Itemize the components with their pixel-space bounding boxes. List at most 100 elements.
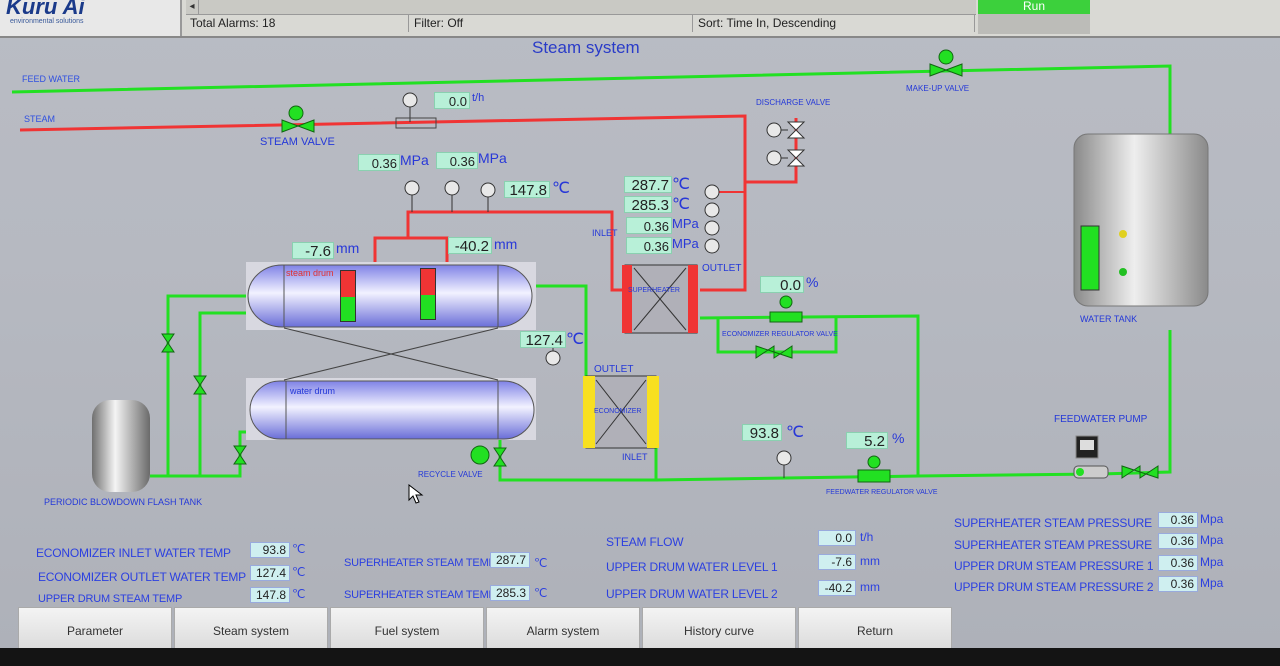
- fw-valve-opening-value: 5.2: [846, 432, 888, 450]
- steam-flow-readout-unit: t/h: [860, 530, 874, 544]
- econ-outlet-temp-readout-unit: ℃: [292, 565, 306, 579]
- water-drum-label: water drum: [290, 386, 336, 396]
- sh-pressure-1-unit: MPa: [672, 216, 699, 231]
- blowdown-tank-label: PERIODIC BLOWDOWN FLASH TANK: [44, 497, 203, 507]
- superheater: [624, 264, 698, 334]
- steam-flow-label: STEAM FLOW: [606, 535, 684, 549]
- nav-bar: Parameter Steam system Fuel system Alarm…: [18, 607, 952, 648]
- drum-level-1-label: UPPER DRUM WATER LEVEL 1: [606, 560, 778, 574]
- sh-temp-1-label: SUPERHEATER STEAM TEMP 1: [344, 557, 505, 569]
- steam-valve-label: STEAM VALVE: [260, 136, 335, 148]
- feed-water-label: FEED WATER: [22, 74, 80, 84]
- inlet-label-top: INLET: [592, 228, 618, 238]
- econ-inlet-temp-value: 93.8: [742, 424, 782, 442]
- drum-pressure-1-label: UPPER DRUM STEAM PRESSURE 1: [954, 559, 1154, 573]
- sh-pressure-2-value: 0.36: [626, 237, 672, 254]
- drum-pressure-1-readout-unit: Mpa: [1200, 555, 1224, 569]
- sh-temp-1-unit: ℃: [672, 176, 690, 193]
- recycle-valve-label: RECYCLE VALVE: [418, 470, 483, 479]
- nav-fuel-system-button[interactable]: Fuel system: [330, 607, 484, 648]
- fw-reg-valve-shape: [857, 455, 891, 483]
- econ-inlet-temp-readout: 93.8: [250, 542, 290, 558]
- nav-return-button[interactable]: Return: [798, 607, 952, 648]
- steam-flow-value: 0.0: [434, 92, 470, 109]
- feedwater-pump-label: FEEDWATER PUMP: [1054, 414, 1148, 425]
- econ-inlet-temp-label: ECONOMIZER INLET WATER TEMP: [36, 546, 231, 560]
- econ-reg-valve-shape: [769, 295, 803, 323]
- drum-temp-unit: ℃: [552, 180, 570, 197]
- sh-temp-1-readout-unit: ℃: [534, 556, 548, 570]
- drum-level-2-readout: -40.2: [818, 580, 856, 596]
- econ-valve-opening-value: 0.0: [760, 276, 804, 294]
- sh-temp-1-value: 287.7: [624, 176, 672, 194]
- econ-outlet-temp-label: ECONOMIZER OUTLET WATER TEMP: [38, 570, 246, 584]
- sh-pressure-a-readout: 0.36: [1158, 512, 1198, 528]
- level-2-value: -40.2: [448, 237, 492, 255]
- sh-pressure-1-value: 0.36: [626, 217, 672, 234]
- drum-level-1-readout-unit: mm: [860, 554, 880, 568]
- water-tank-label: WATER TANK: [1080, 314, 1138, 324]
- steam-flow-readout: 0.0: [818, 530, 856, 546]
- blowdown-valve-2: [193, 375, 207, 395]
- sh-temp-2-unit: ℃: [672, 196, 690, 213]
- sh-temp-2-readout: 285.3: [490, 585, 530, 601]
- sh-pressure-a-label: SUPERHEATER STEAM PRESSURE: [954, 516, 1152, 530]
- sh-pressure-a-readout-unit: Mpa: [1200, 512, 1224, 526]
- outlet-label-econ: OUTLET: [594, 364, 634, 375]
- sh-pressure-2-unit: MPa: [672, 236, 699, 251]
- discharge-valve-label: DISCHARGE VALVE: [756, 98, 831, 107]
- superheater-label: SUPERHEATER: [628, 287, 680, 294]
- upper-drum-temp-label: UPPER DRUM STEAM TEMP: [38, 593, 183, 605]
- inlet-label-econ: INLET: [622, 452, 648, 462]
- economizer-label: ECONOMIZER: [594, 408, 642, 415]
- blowdown-valve-1: [161, 333, 175, 353]
- econ-bypass-valve: [755, 345, 793, 359]
- feedwater-pump-shape: [1073, 435, 1109, 479]
- level-2-unit: mm: [494, 236, 518, 252]
- drum-level-2-readout-unit: mm: [860, 580, 880, 594]
- nav-alarm-system-button[interactable]: Alarm system: [486, 607, 640, 648]
- steam-flow-unit: t/h: [472, 92, 485, 104]
- econ-outlet-temp-value: 127.4: [520, 331, 566, 349]
- sh-temp-2-label: SUPERHEATER STEAM TEMP 2: [344, 589, 505, 601]
- sh-pressure-b-readout: 0.36: [1158, 533, 1198, 549]
- econ-valve-percent: %: [806, 274, 819, 290]
- feed-pump-valve: [1121, 465, 1159, 479]
- drum-temp-value: 147.8: [504, 181, 550, 199]
- outlet-label-top: OUTLET: [702, 263, 742, 274]
- nav-history-curve-button[interactable]: History curve: [642, 607, 796, 648]
- econ-bypass-pipe: [699, 314, 1172, 478]
- pressure-right-unit: MPa: [478, 150, 507, 166]
- drum-level-2-label: UPPER DRUM WATER LEVEL 2: [606, 587, 778, 601]
- pressure-left-value: 0.36: [358, 154, 400, 171]
- sh-pressure-b-readout-unit: Mpa: [1200, 533, 1224, 547]
- hmi-screen: Kuru Ai environmental solutions ◂ Total …: [0, 0, 1280, 648]
- steam-valve-shape: [281, 105, 315, 133]
- drum-steam-pipe: [373, 236, 449, 262]
- fw-reg-valve-label: FEEDWATER REGULATOR VALVE: [826, 489, 938, 496]
- level-1-unit: mm: [336, 240, 360, 256]
- drum-pressure-1-readout: 0.36: [1158, 555, 1198, 571]
- blowdown-tank: [92, 400, 150, 492]
- blowdown-valve-3: [233, 445, 247, 465]
- drum-level-1-readout: -7.6: [818, 554, 856, 570]
- sh-pressure-b-label: SUPERHEATER STEAM PRESSURE: [954, 538, 1152, 552]
- drum-pressure-2-readout-unit: Mpa: [1200, 576, 1224, 590]
- upper-drum-temp-readout-unit: ℃: [292, 587, 306, 601]
- fw-valve-percent: %: [892, 430, 905, 446]
- drum-pressure-2-label: UPPER DRUM STEAM PRESSURE 2: [954, 580, 1154, 594]
- econ-inlet-temp-readout-unit: ℃: [292, 542, 306, 556]
- sh-temp-2-readout-unit: ℃: [534, 586, 548, 600]
- econ-outlet-temp-unit: ℃: [566, 331, 584, 348]
- econ-outlet-temp-readout: 127.4: [250, 565, 290, 581]
- pressure-left-unit: MPa: [400, 152, 429, 168]
- nav-steam-system-button[interactable]: Steam system: [174, 607, 328, 648]
- make-up-valve-label: MAKE-UP VALVE: [906, 84, 970, 93]
- nav-parameter-button[interactable]: Parameter: [18, 607, 172, 648]
- sh-temp-2-value: 285.3: [624, 196, 672, 214]
- upper-drum-temp-readout: 147.8: [250, 587, 290, 603]
- steam-drum-label: steam drum: [286, 268, 334, 278]
- feed-water-pipe: [11, 64, 1172, 135]
- econ-reg-valve-label: ECONOMIZER REGULATOR VALVE: [722, 331, 838, 338]
- steam-label: STEAM: [24, 114, 56, 124]
